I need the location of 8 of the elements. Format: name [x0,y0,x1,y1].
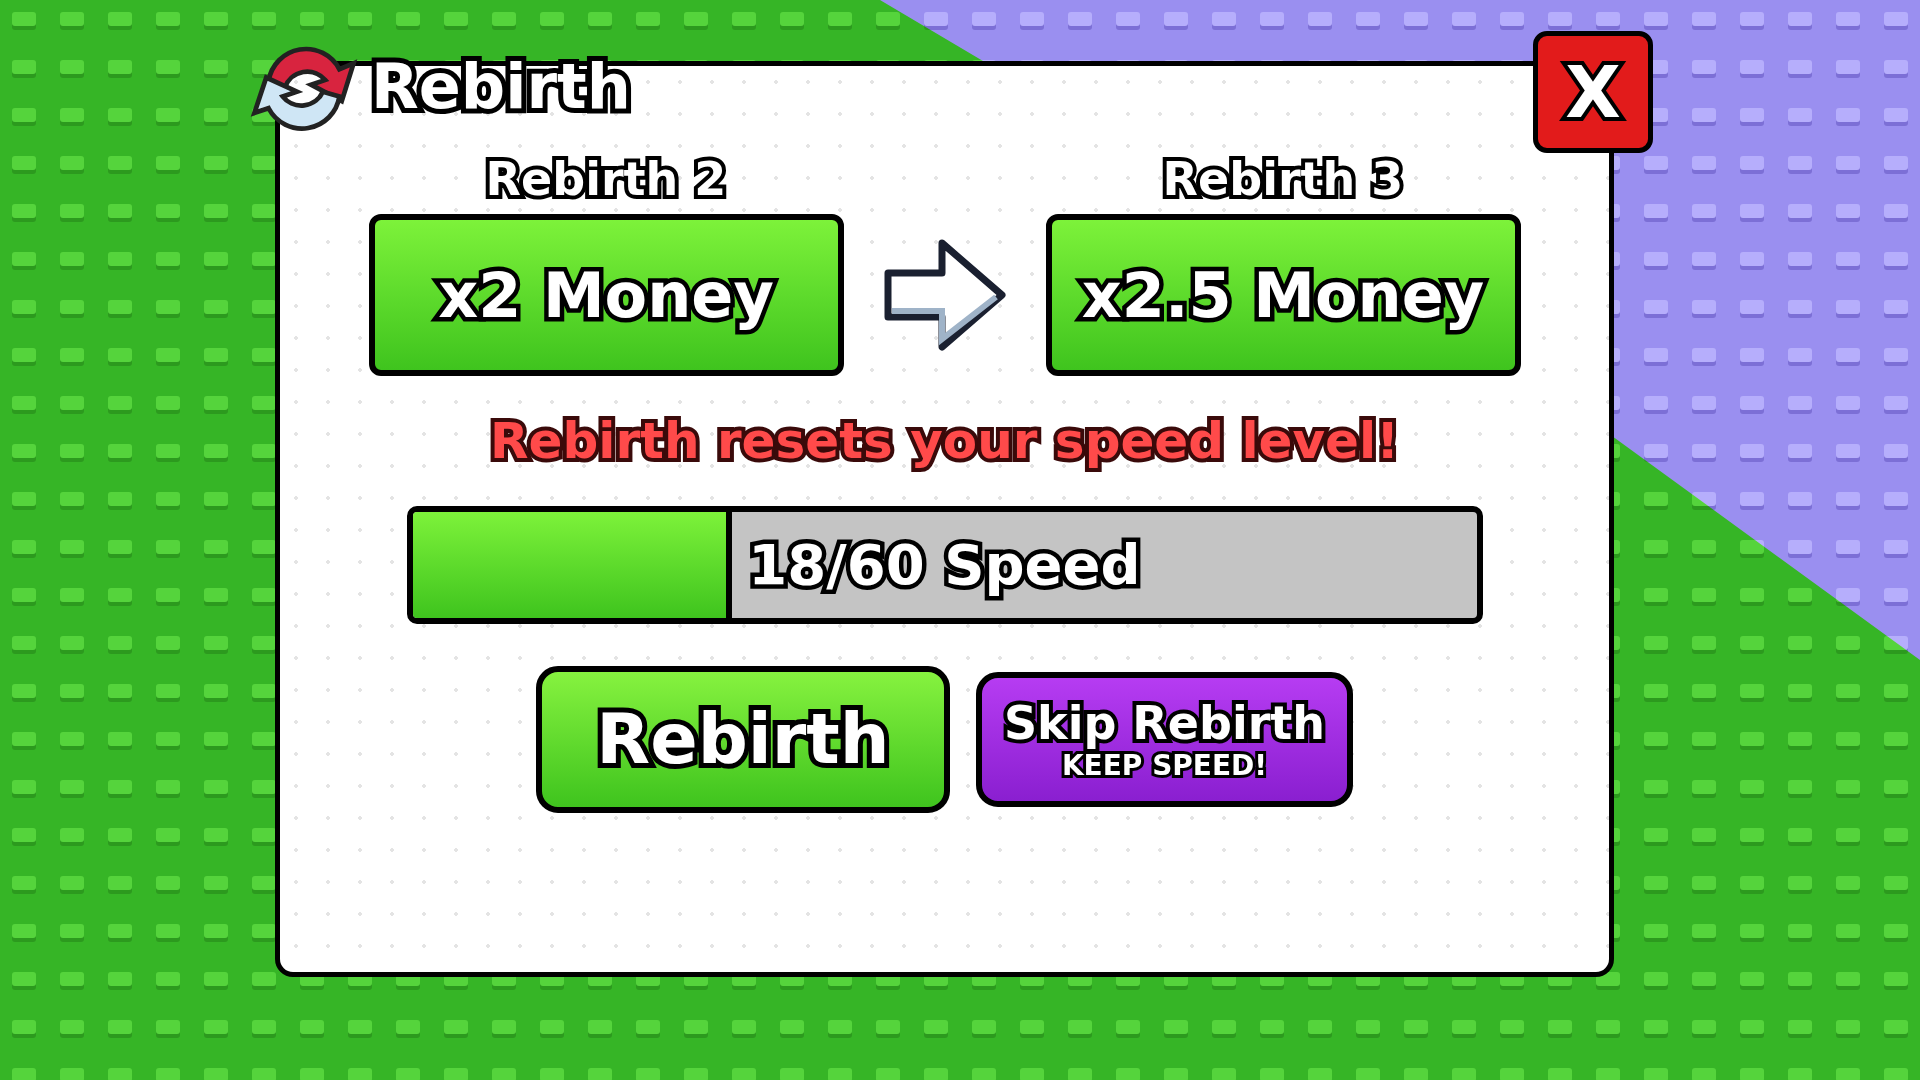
rebirth-level-label: Rebirth 2 [485,156,727,202]
money-multiplier-card: x2.5 Money [1045,214,1521,376]
window-title: Rebirth [371,56,631,118]
skip-rebirth-button[interactable]: Skip Rebirth KEEP SPEED! [976,672,1353,807]
warning-text: Rebirth resets your speed level! [490,416,1399,466]
close-button[interactable]: X [1533,31,1653,153]
money-multiplier-card: x2 Money [368,214,844,376]
rebirth-level-label: Rebirth 3 [1162,156,1404,202]
